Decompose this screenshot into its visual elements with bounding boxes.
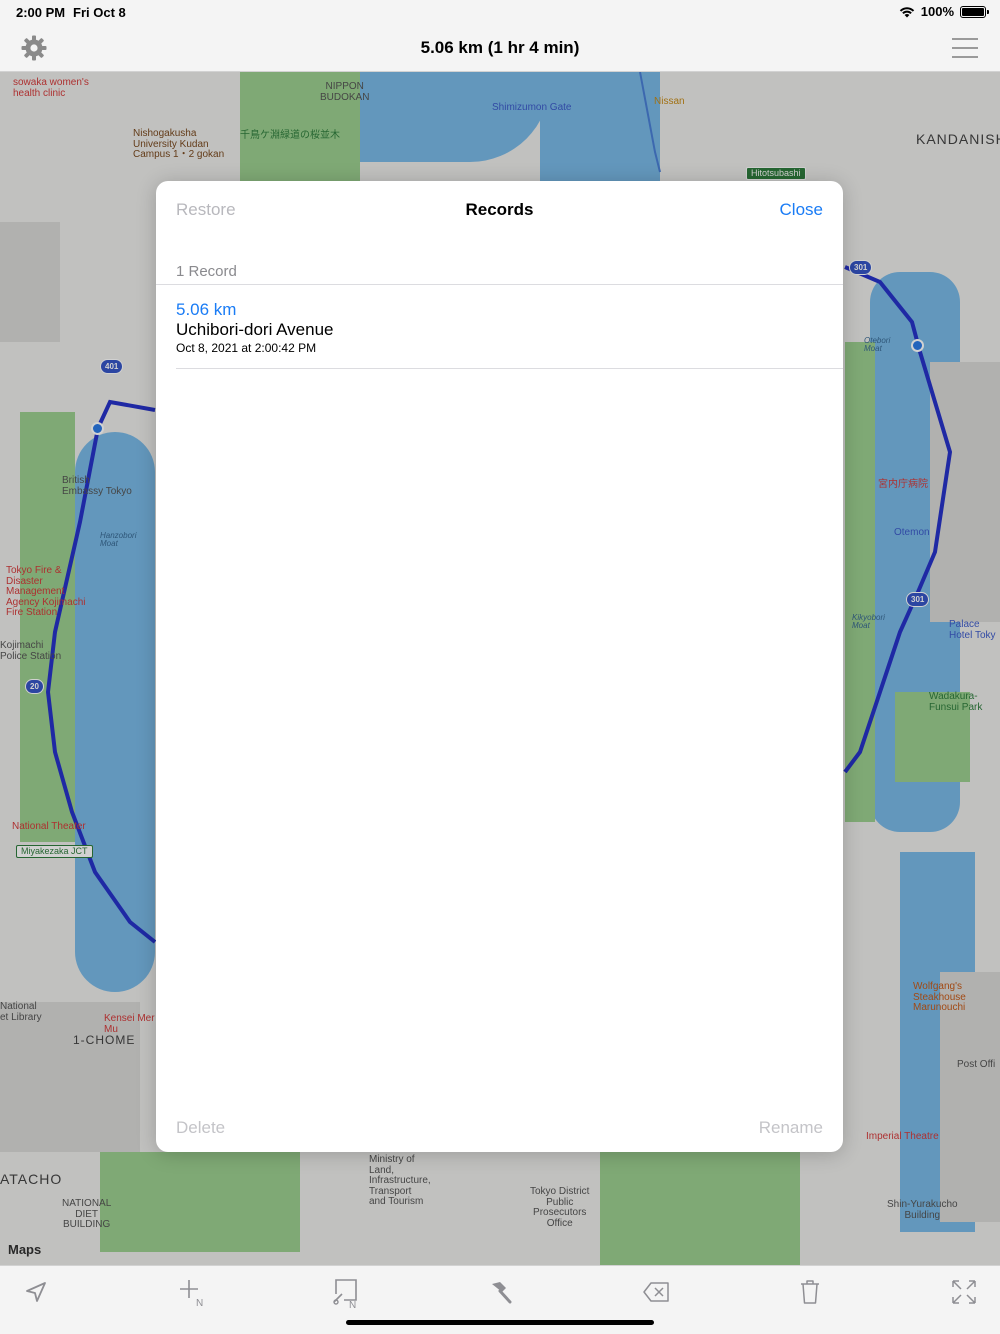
trash-icon[interactable]: [794, 1276, 826, 1308]
status-time: 2:00 PM: [16, 5, 66, 20]
nav-title: 5.06 km (1 hr 4 min): [420, 38, 580, 57]
battery-percent: 100%: [920, 4, 954, 19]
records-modal: Restore Records Close 1 Record 5.06 km U…: [156, 181, 843, 1152]
delete-button[interactable]: Delete: [176, 1118, 225, 1138]
modal-title: Records: [465, 200, 534, 219]
backspace-icon[interactable]: [640, 1276, 672, 1308]
status-right: 100%: [899, 4, 989, 19]
hamburger-menu-icon[interactable]: [952, 38, 978, 58]
modal-header: Restore Records Close: [156, 181, 843, 237]
wifi-icon: [899, 6, 914, 17]
nav-bar: 5.06 km (1 hr 4 min): [0, 24, 1000, 72]
hammer-icon[interactable]: [484, 1276, 516, 1308]
fullscreen-icon[interactable]: [948, 1276, 980, 1308]
status-bar: 2:00 PM Fri Oct 8 100%: [0, 0, 1000, 24]
add-point-icon[interactable]: N: [176, 1276, 208, 1308]
close-button[interactable]: Close: [780, 200, 823, 220]
record-name: Uchibori-dori Avenue: [176, 320, 334, 339]
status-date: Fri Oct 8: [73, 5, 126, 20]
location-arrow-icon[interactable]: [20, 1276, 52, 1308]
battery-icon: [960, 5, 989, 18]
svg-text:N: N: [196, 1298, 203, 1308]
section-header: 1 Record: [176, 263, 237, 280]
rename-button[interactable]: Rename: [759, 1118, 823, 1138]
record-row[interactable]: 5.06 km Uchibori-dori Avenue Oct 8, 2021…: [176, 285, 843, 369]
record-date: Oct 8, 2021 at 2:00:42 PM: [176, 341, 317, 355]
edit-point-icon[interactable]: N: [330, 1276, 362, 1308]
home-indicator[interactable]: [346, 1320, 654, 1325]
svg-text:N: N: [349, 1300, 356, 1308]
record-distance: 5.06 km: [176, 300, 237, 319]
